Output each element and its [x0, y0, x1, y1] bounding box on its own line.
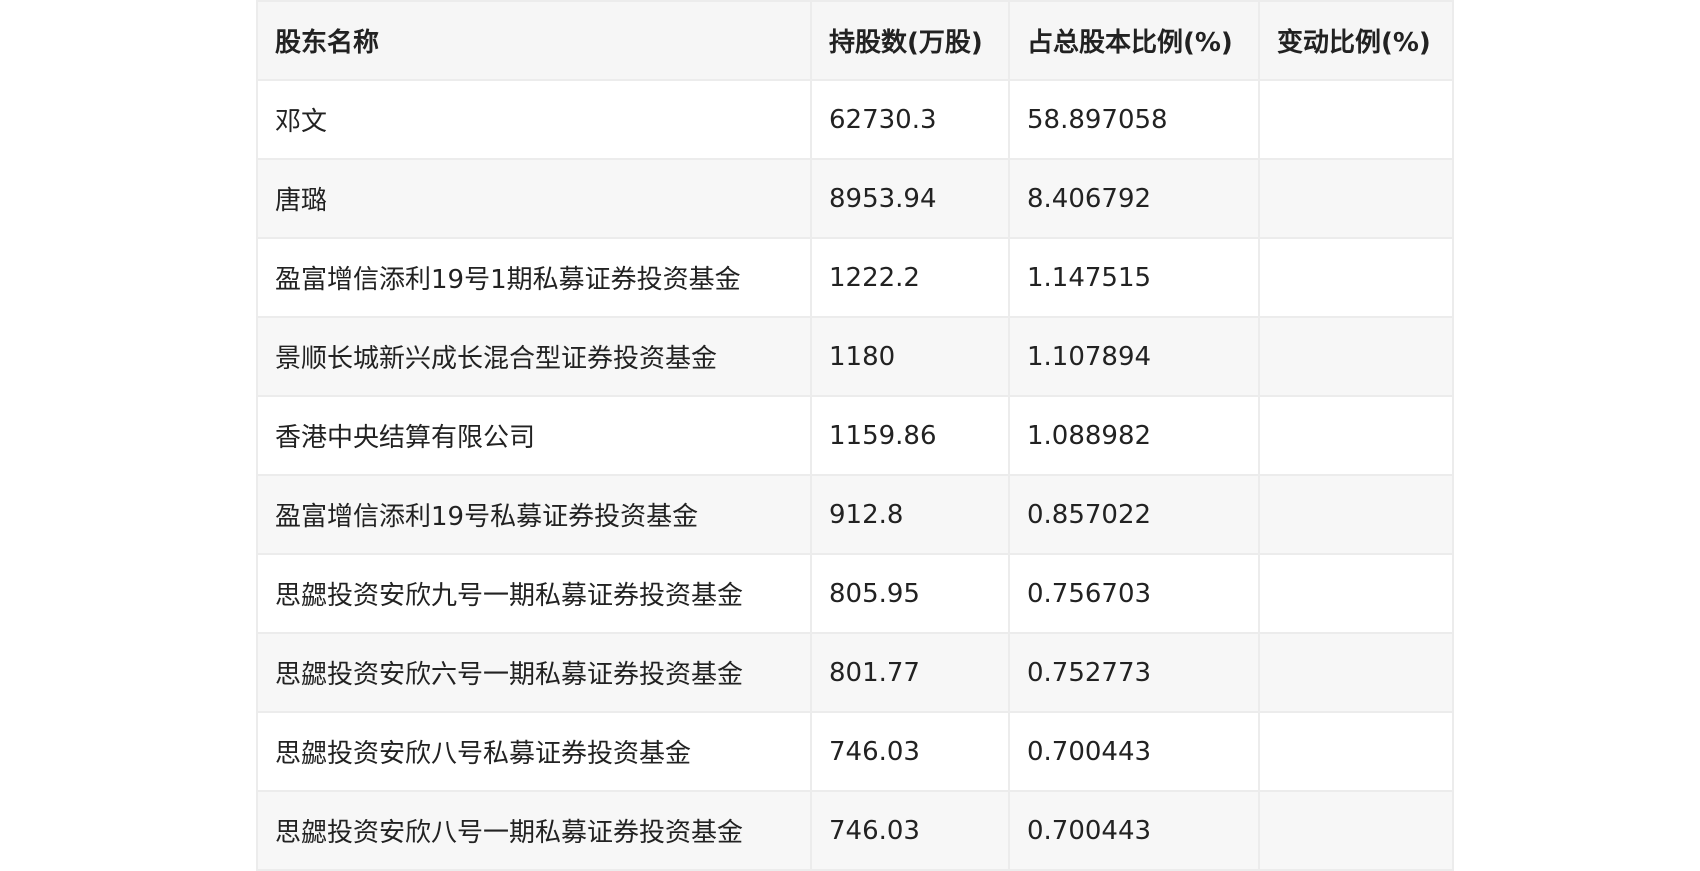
table-row: 盈富增信添利19号1期私募证券投资基金 1222.2 1.147515: [256, 237, 1454, 318]
cell-share-ratio: 1.107894: [1008, 316, 1260, 397]
cell-shares-held: 801.77: [810, 632, 1010, 713]
cell-share-ratio: 0.700443: [1008, 711, 1260, 792]
table-row: 思勰投资安欣八号私募证券投资基金 746.03 0.700443: [256, 711, 1454, 792]
table-row: 景顺长城新兴成长混合型证券投资基金 1180 1.107894: [256, 316, 1454, 397]
cell-shareholder-name: 思勰投资安欣六号一期私募证券投资基金: [256, 632, 812, 713]
cell-shares-held: 746.03: [810, 790, 1010, 871]
cell-change-ratio: [1258, 711, 1454, 792]
cell-shares-held: 805.95: [810, 553, 1010, 634]
table-row: 邓文 62730.3 58.897058: [256, 79, 1454, 160]
cell-share-ratio: 0.857022: [1008, 474, 1260, 555]
header-share-ratio: 占总股本比例(%): [1008, 0, 1260, 81]
table-row: 唐璐 8953.94 8.406792: [256, 158, 1454, 239]
cell-shares-held: 8953.94: [810, 158, 1010, 239]
cell-shares-held: 1222.2: [810, 237, 1010, 318]
cell-share-ratio: 8.406792: [1008, 158, 1260, 239]
table-row: 盈富增信添利19号私募证券投资基金 912.8 0.857022: [256, 474, 1454, 555]
table-row: 思勰投资安欣八号一期私募证券投资基金 746.03 0.700443: [256, 790, 1454, 871]
cell-shareholder-name: 景顺长城新兴成长混合型证券投资基金: [256, 316, 812, 397]
cell-shareholder-name: 唐璐: [256, 158, 812, 239]
table-row: 思勰投资安欣六号一期私募证券投资基金 801.77 0.752773: [256, 632, 1454, 713]
cell-shareholder-name: 思勰投资安欣九号一期私募证券投资基金: [256, 553, 812, 634]
cell-shareholder-name: 邓文: [256, 79, 812, 160]
cell-shareholder-name: 香港中央结算有限公司: [256, 395, 812, 476]
cell-change-ratio: [1258, 474, 1454, 555]
cell-change-ratio: [1258, 316, 1454, 397]
header-shares-held: 持股数(万股): [810, 0, 1010, 81]
cell-shareholder-name: 盈富增信添利19号私募证券投资基金: [256, 474, 812, 555]
cell-change-ratio: [1258, 632, 1454, 713]
header-shareholder-name: 股东名称: [256, 0, 812, 81]
cell-shares-held: 62730.3: [810, 79, 1010, 160]
cell-shares-held: 912.8: [810, 474, 1010, 555]
cell-share-ratio: 1.147515: [1008, 237, 1260, 318]
cell-share-ratio: 1.088982: [1008, 395, 1260, 476]
table-row: 香港中央结算有限公司 1159.86 1.088982: [256, 395, 1454, 476]
cell-shareholder-name: 盈富增信添利19号1期私募证券投资基金: [256, 237, 812, 318]
cell-shares-held: 746.03: [810, 711, 1010, 792]
cell-shares-held: 1159.86: [810, 395, 1010, 476]
cell-change-ratio: [1258, 790, 1454, 871]
cell-change-ratio: [1258, 237, 1454, 318]
cell-shareholder-name: 思勰投资安欣八号一期私募证券投资基金: [256, 790, 812, 871]
shareholder-table: 股东名称 持股数(万股) 占总股本比例(%) 变动比例(%) 邓文 62730.…: [256, 0, 1454, 871]
cell-change-ratio: [1258, 395, 1454, 476]
cell-share-ratio: 0.700443: [1008, 790, 1260, 871]
table-body: 邓文 62730.3 58.897058 唐璐 8953.94 8.406792…: [256, 79, 1454, 871]
header-change-ratio: 变动比例(%): [1258, 0, 1454, 81]
header-row: 股东名称 持股数(万股) 占总股本比例(%) 变动比例(%): [256, 0, 1454, 81]
cell-change-ratio: [1258, 553, 1454, 634]
table-row: 思勰投资安欣九号一期私募证券投资基金 805.95 0.756703: [256, 553, 1454, 634]
cell-shares-held: 1180: [810, 316, 1010, 397]
cell-shareholder-name: 思勰投资安欣八号私募证券投资基金: [256, 711, 812, 792]
cell-share-ratio: 58.897058: [1008, 79, 1260, 160]
cell-change-ratio: [1258, 158, 1454, 239]
cell-share-ratio: 0.756703: [1008, 553, 1260, 634]
shareholder-table-container: 股东名称 持股数(万股) 占总股本比例(%) 变动比例(%) 邓文 62730.…: [256, 0, 1454, 871]
table-header: 股东名称 持股数(万股) 占总股本比例(%) 变动比例(%): [256, 0, 1454, 81]
cell-share-ratio: 0.752773: [1008, 632, 1260, 713]
cell-change-ratio: [1258, 79, 1454, 160]
